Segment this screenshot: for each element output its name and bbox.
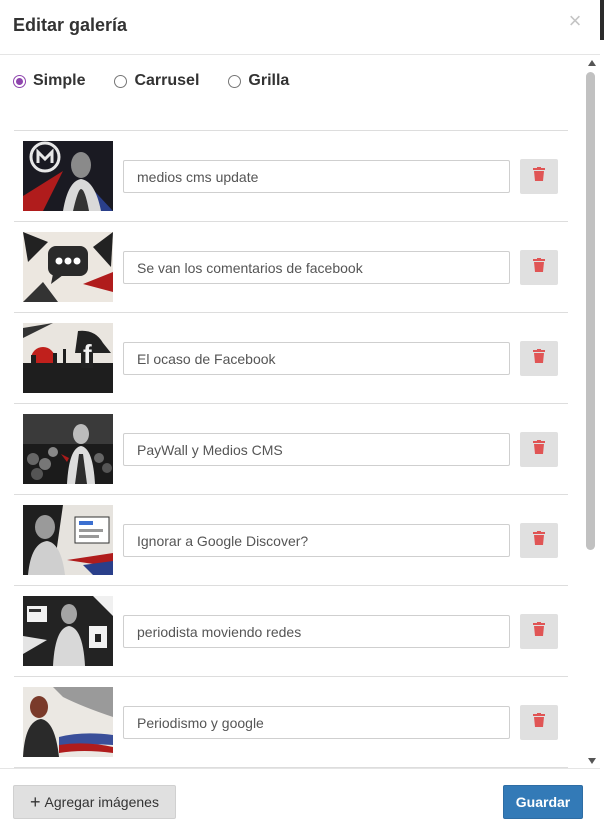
- trash-icon: [533, 440, 545, 459]
- list-item: [14, 404, 568, 495]
- trash-icon: [533, 167, 545, 186]
- caption-input[interactable]: [123, 433, 510, 466]
- scroll-down-icon[interactable]: [588, 758, 596, 764]
- trash-icon: [533, 258, 545, 277]
- background-edge: [600, 0, 604, 833]
- modal-body: Simple Carrusel Grilla medios cms update…: [0, 56, 600, 768]
- trash-icon: [533, 349, 545, 368]
- caption-input[interactable]: [123, 524, 510, 557]
- modal-header: Editar galería ×: [0, 0, 600, 55]
- image-thumbnail: f: [23, 323, 113, 393]
- trash-icon: [533, 531, 545, 550]
- radio-simple[interactable]: [13, 74, 26, 88]
- delete-button[interactable]: [520, 523, 558, 558]
- scroll-up-icon[interactable]: [588, 60, 596, 66]
- plus-icon: +: [30, 792, 41, 812]
- image-thumbnail: [23, 141, 113, 211]
- scrollbar-thumb[interactable]: [586, 72, 595, 550]
- list-item: [14, 677, 568, 768]
- layout-option-grilla[interactable]: Grilla: [228, 72, 289, 90]
- image-thumbnail: [23, 505, 113, 575]
- layout-options: Simple Carrusel Grilla: [13, 70, 318, 92]
- caption-input[interactable]: [123, 706, 510, 739]
- layout-option-carrusel[interactable]: Carrusel: [114, 72, 199, 90]
- delete-button[interactable]: [520, 341, 558, 376]
- modal-footer: + Agregar imágenes Guardar: [0, 768, 600, 833]
- list-item: [14, 131, 568, 222]
- save-button[interactable]: Guardar: [503, 785, 583, 819]
- image-thumbnail: [23, 596, 113, 666]
- image-thumbnail: [23, 414, 113, 484]
- caption-input[interactable]: [123, 615, 510, 648]
- radio-label: Simple: [33, 72, 86, 89]
- list-item: f: [14, 313, 568, 404]
- image-thumbnail: [23, 232, 113, 302]
- caption-input[interactable]: [123, 342, 510, 375]
- delete-button[interactable]: [520, 159, 558, 194]
- radio-label: Carrusel: [134, 72, 200, 89]
- list-item: [14, 222, 568, 313]
- svg-text:f: f: [83, 339, 92, 369]
- radio-carrusel[interactable]: [114, 74, 128, 88]
- radio-label: Grilla: [248, 72, 290, 89]
- delete-button[interactable]: [520, 432, 558, 467]
- add-images-button[interactable]: + Agregar imágenes: [13, 785, 176, 819]
- trash-icon: [533, 713, 545, 732]
- trash-icon: [533, 622, 545, 641]
- caption-input[interactable]: [123, 251, 510, 284]
- image-thumbnail: [23, 687, 113, 757]
- radio-grilla[interactable]: [228, 74, 242, 88]
- close-icon[interactable]: ×: [566, 10, 584, 32]
- image-list: f: [14, 130, 568, 768]
- scrollbar[interactable]: [586, 56, 598, 768]
- list-item: [14, 495, 568, 586]
- caption-input[interactable]: [123, 160, 510, 193]
- delete-button[interactable]: [520, 614, 558, 649]
- layout-option-simple[interactable]: Simple: [13, 72, 85, 90]
- delete-button[interactable]: [520, 705, 558, 740]
- list-item: [14, 586, 568, 677]
- edit-gallery-modal: Editar galería × Simple Carrusel Grilla: [0, 0, 600, 833]
- delete-button[interactable]: [520, 250, 558, 285]
- modal-title: Editar galería: [13, 15, 128, 35]
- add-images-label: Agregar imágenes: [44, 794, 159, 810]
